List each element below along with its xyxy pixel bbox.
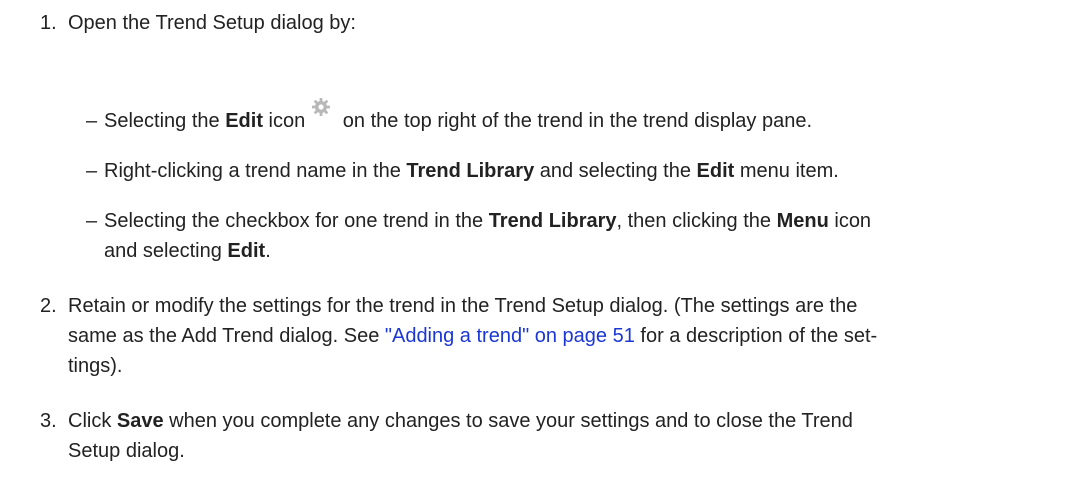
step-text: Retain or modify the settings for the tr… (68, 295, 858, 317)
sub-text: Right-clicking a trend name in the (104, 160, 407, 182)
list-dash: – (86, 110, 98, 132)
step-text: tings). (68, 355, 123, 377)
step-number: 1. (40, 12, 57, 34)
sub-text: , then clicking the (616, 210, 777, 232)
sub-text: menu item. (734, 160, 839, 182)
step-text: when you complete any changes to save yo… (163, 410, 853, 432)
step-text: for a description of the set- (634, 325, 878, 347)
adding-a-trend-link[interactable]: "Adding a trend" on page 51 (385, 325, 635, 347)
sub-text: Selecting the (104, 110, 226, 132)
list-dash: – (86, 160, 98, 182)
bold-trend-library: Trend Library (406, 160, 535, 182)
sub-text: Selecting the checkbox for one trend in … (104, 210, 489, 232)
bold-edit: Edit (227, 240, 266, 262)
step-text: Click (68, 410, 117, 432)
step-number: 2. (40, 295, 57, 317)
bold-edit: Edit (225, 110, 263, 132)
sub-text: . (265, 240, 271, 262)
bold-save: Save (116, 410, 164, 432)
bold-menu: Menu (776, 210, 829, 232)
list-dash: – (86, 210, 98, 232)
sub-text: icon (262, 110, 306, 132)
step-text: Setup dialog. (68, 440, 185, 462)
step-text: Open the Trend Setup dialog by: (68, 12, 356, 34)
sub-text: on the top right of the trend in the tre… (337, 110, 812, 132)
sub-text: and selecting (104, 240, 228, 262)
bold-trend-library: Trend Library (488, 210, 617, 232)
sub-text: and selecting the (534, 160, 697, 182)
step-number: 3. (40, 410, 57, 432)
bold-edit: Edit (696, 160, 735, 182)
gear-icon (311, 96, 331, 116)
step-text: same as the Add Trend dialog. See (68, 325, 385, 347)
sub-text: icon (828, 210, 872, 232)
